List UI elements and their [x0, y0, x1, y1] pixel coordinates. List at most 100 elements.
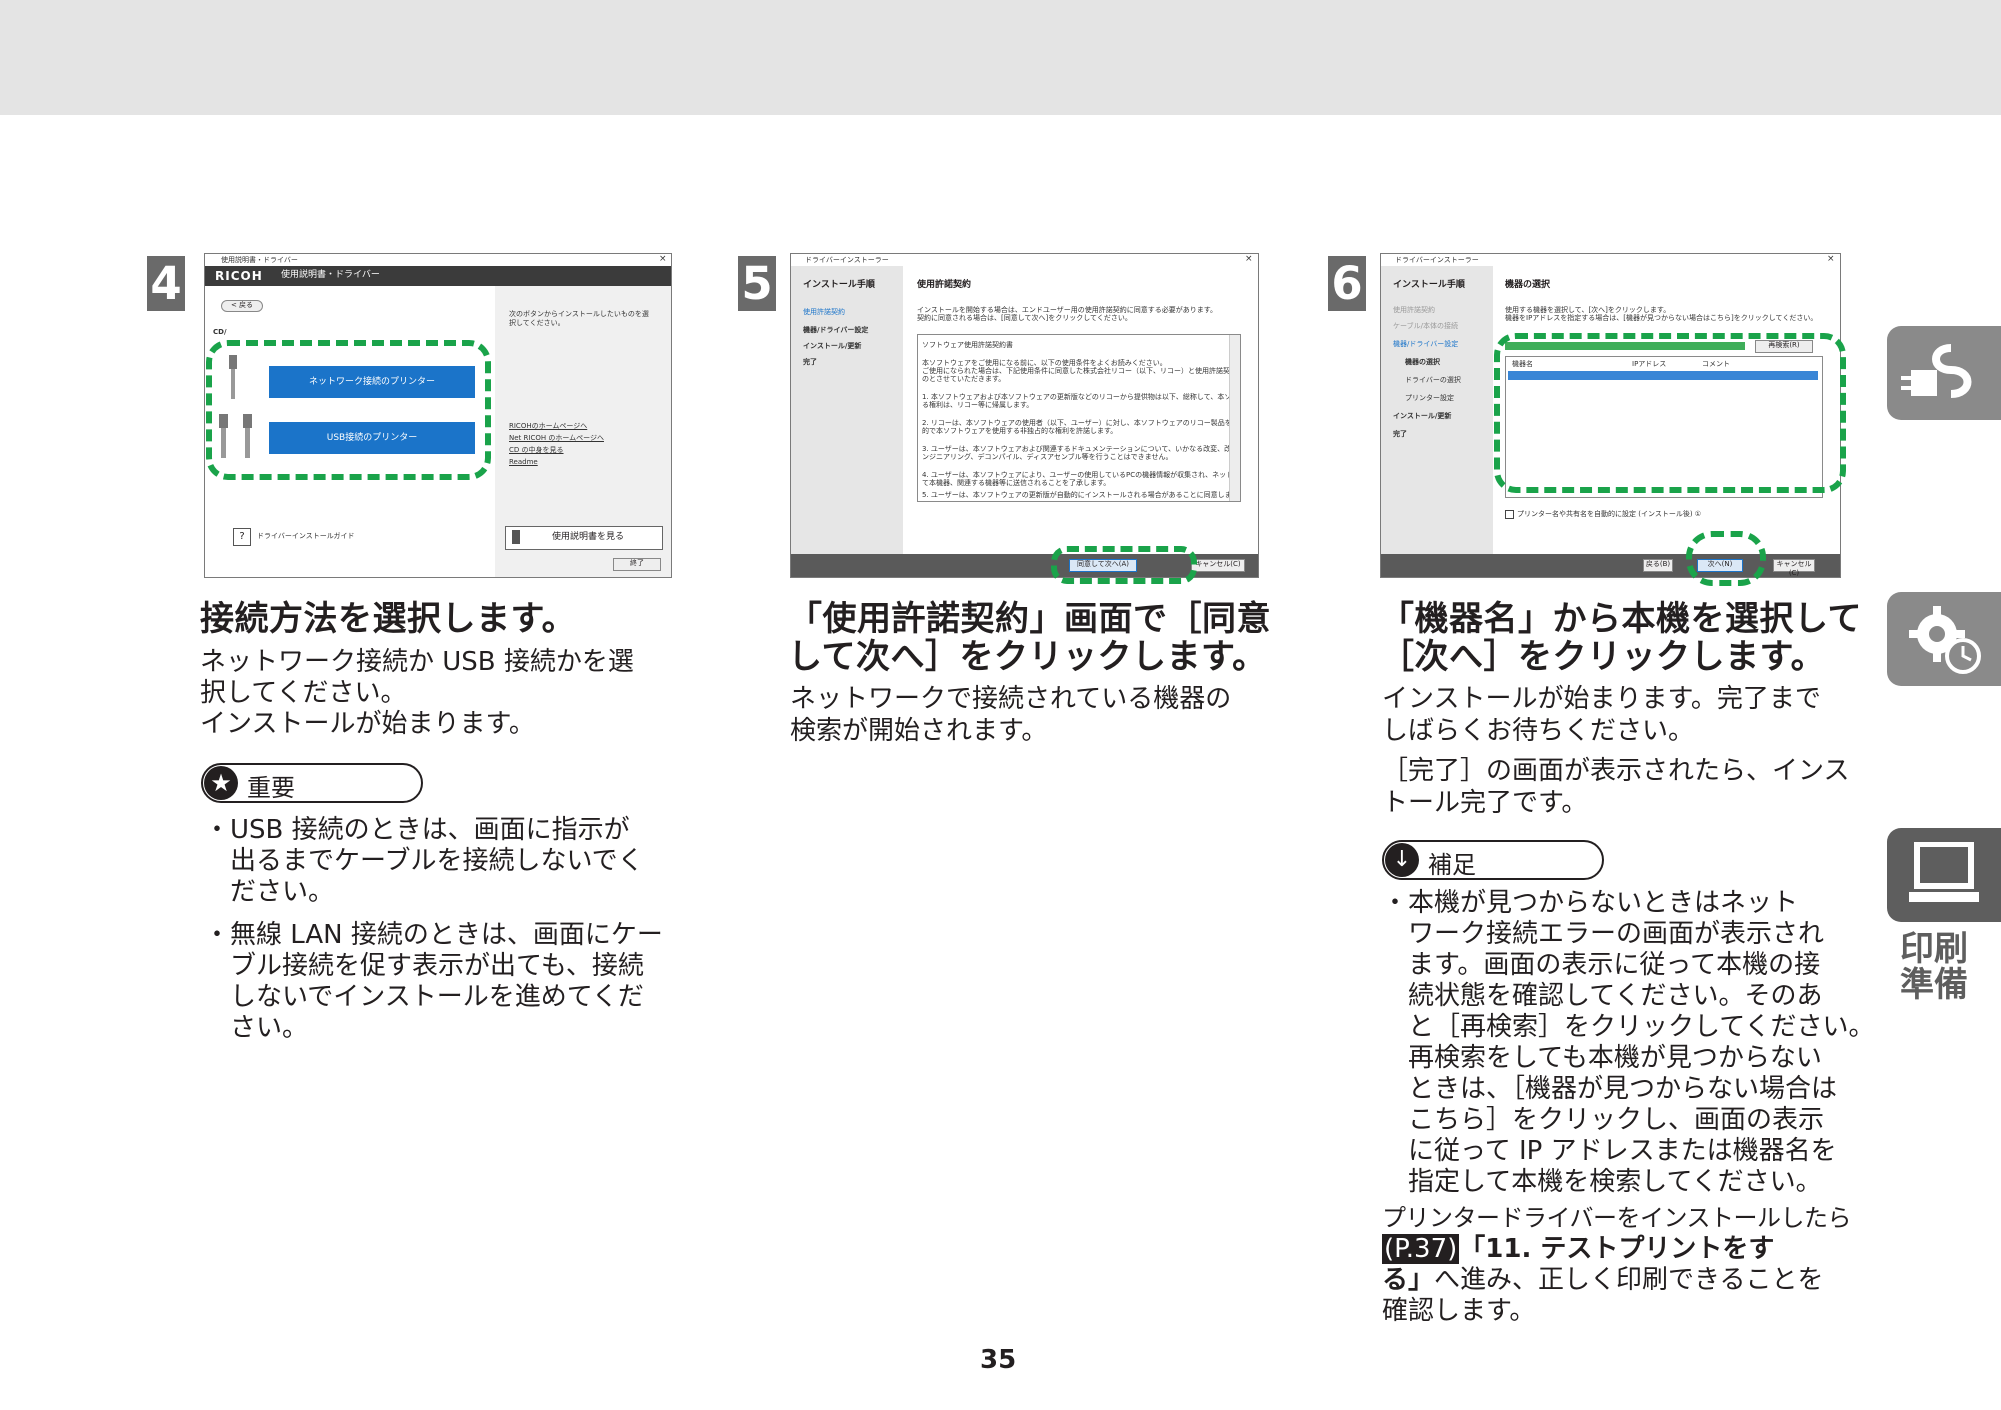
sidebar-item-install: インストール/更新 — [803, 342, 862, 350]
sidebar-item-device-driver: 機器/ドライバー設定 — [803, 326, 869, 334]
auto-name-checkbox[interactable] — [1505, 510, 1514, 519]
license-line: のとさせていただきます。 — [922, 375, 1006, 383]
app-title: 使用説明書・ドライバー — [281, 270, 380, 280]
step-number-6: 6 — [1328, 256, 1366, 311]
window-title: 使用説明書・ドライバー — [221, 256, 298, 264]
sidebar-item-driver-select: ドライバーの選択 — [1405, 376, 1461, 384]
link-netricoh-home[interactable]: Net RICOH のホームページへ — [509, 434, 604, 443]
license-line: る権利は、リコー等に帰属します。 — [922, 401, 1034, 409]
intro-line-2: 機器をIPアドレスを指定する場合は、[機器が見つからない場合はこちら]をクリック… — [1505, 314, 1818, 322]
close-icon[interactable]: × — [1827, 255, 1835, 264]
back-button[interactable]: < 戻る — [221, 300, 263, 312]
side-tab-print-prep[interactable] — [1887, 828, 2001, 922]
step5-heading-line-2: して次へ］をクリックします。 — [788, 637, 1267, 677]
step4-bullet-1-line-3: ださい。 — [204, 877, 335, 907]
sidebar-item-cable: ケーブル/本体の接続 — [1393, 322, 1458, 330]
step-number-4: 4 — [147, 256, 185, 311]
step4-bullet-1-line-1: ・USB 接続のときは、画面に指示が — [204, 815, 630, 845]
license-line: ンジニアリング、デコンパイル、ディスアセンブル等を行うことはできません。 — [922, 453, 1173, 461]
license-title: ソフトウェア使用許諾契約書 — [922, 341, 1013, 349]
star-icon: ★ — [204, 766, 238, 800]
step6-body1-line-1: インストールが始まります。完了まで — [1382, 684, 1821, 714]
step5-body-line-2: 検索が開始されます。 — [790, 716, 1048, 746]
close-icon[interactable]: × — [1245, 255, 1253, 264]
license-textbox[interactable]: ソフトウェア使用許諾契約書 本ソフトウェアをご使用になる前に、以下の使用条件をよ… — [917, 334, 1241, 502]
side-tab-connection[interactable] — [1887, 326, 2001, 420]
supplement-label: 補足 — [1428, 851, 1476, 879]
sidebar-item-complete: 完了 — [803, 358, 817, 366]
sidebar-item-license: 使用許諾契約 — [803, 308, 845, 316]
gear-clock-icon — [1909, 606, 1981, 674]
step4-body-line-2: 択してください。 — [200, 678, 407, 708]
help-icon[interactable]: ? — [233, 528, 251, 546]
step4-body-line-3: インストールが始まります。 — [200, 709, 535, 739]
supplement-pill: ↓ 補足 — [1382, 840, 1604, 880]
driver-guide-link[interactable]: ドライバーインストールガイド — [257, 532, 355, 541]
page-ref-link[interactable]: (P.37) — [1382, 1234, 1460, 1264]
view-manual-button[interactable]: 使用説明書を見る — [505, 526, 663, 550]
plug-icon — [1901, 344, 1972, 398]
step4-bullet-2-line-1: ・無線 LAN 接続のときは、画面にケー — [204, 920, 663, 950]
supplement-line: ときは、［機器が見つからない場合は — [1382, 1074, 1838, 1104]
step6-heading-line-2: ［次へ］をクリックします。 — [1380, 637, 1826, 677]
link-ricoh-home[interactable]: RICOHのホームページへ — [509, 422, 587, 431]
page-title: 機器の選択 — [1505, 280, 1551, 290]
footer-bar — [1381, 554, 1840, 577]
sidebar-title: インストール手順 — [1393, 280, 1465, 290]
side-tab-label-2: 準備 — [1900, 965, 1968, 1005]
down-arrow-icon: ↓ — [1385, 843, 1419, 877]
side-tab-settings[interactable] — [1887, 592, 2001, 686]
step4-bullet-2-line-2: ブル接続を促す表示が出ても、接続 — [204, 951, 644, 981]
test-print-ref: 「11. テストプリントをす — [1459, 1234, 1775, 1264]
closing-rest-2: 確認します。 — [1382, 1296, 1536, 1326]
header-band — [0, 0, 2001, 115]
supplement-line: と［再検索］をクリックしてください。 — [1382, 1012, 1875, 1042]
step4-body-line-1: ネットワーク接続か USB 接続かを選 — [200, 647, 634, 677]
supplement-line: こちら］をクリックし、画面の表示 — [1382, 1105, 1825, 1135]
auto-name-checkbox-label: プリンター名や共有名を自動的に設定 (インストール後) ① — [1517, 510, 1702, 518]
step-sidebar: インストール手順 使用許諾契約 ケーブル/本体の接続 機器/ドライバー設定 機器… — [1381, 266, 1493, 554]
supplement-line: 再検索をしても本機が見つからない — [1382, 1043, 1822, 1073]
step-number-5: 5 — [738, 256, 776, 311]
app-header: RICOH 使用説明書・ドライバー — [205, 266, 671, 286]
cancel-button[interactable]: キャンセル(C) — [1191, 559, 1245, 572]
sidebar-item-device-select: 機器の選択 — [1405, 358, 1440, 366]
step6-body2-line-2: トール完了です。 — [1382, 788, 1588, 818]
instruction-line-1: 次のボタンからインストールしたいものを選 — [509, 310, 649, 318]
closing-line-2: (P.37)「11. テストプリントをす — [1382, 1234, 1774, 1265]
window-titlebar: ドライバーインストーラー × — [791, 254, 1258, 266]
link-readme[interactable]: Readme — [509, 458, 538, 467]
intro-line-2: 契約に同意される場合は、[同意して次へ]をクリックしてください。 — [917, 314, 1132, 322]
sidebar-item-license: 使用許諾契約 — [1393, 306, 1435, 314]
supplement-line: に従って IP アドレスまたは機器名を — [1382, 1136, 1837, 1166]
page-number: 35 — [980, 1345, 1017, 1375]
close-icon[interactable]: × — [659, 255, 667, 264]
laptop-icon — [1909, 842, 1979, 902]
license-line: て本機器、関連する機器等に送信されることを了承します。 — [922, 479, 1111, 487]
link-cd-contents[interactable]: CD の中身を見る — [509, 446, 564, 455]
license-scrollbar[interactable] — [1229, 335, 1240, 501]
sidebar-item-install: インストール/更新 — [1393, 412, 1452, 420]
cancel-button[interactable]: キャンセル(C) — [1773, 559, 1815, 577]
back-button[interactable]: 戻る(B) — [1643, 559, 1673, 572]
step5-highlight — [1051, 546, 1197, 584]
important-pill: ★ 重要 — [201, 763, 423, 803]
page-title: 使用許諾契約 — [917, 280, 972, 290]
step4-bullet-2-line-3: しないでインストールを進めてくだ — [204, 982, 644, 1012]
closing-intro: プリンタードライバーをインストールしたら — [1382, 1204, 1852, 1232]
step4-bullet-2-line-4: さい。 — [204, 1013, 309, 1043]
window-titlebar: 使用説明書・ドライバー × — [205, 254, 671, 266]
instruction-line-2: 択してください。 — [509, 319, 565, 327]
supplement-line: 続状態を確認してください。そのあ — [1382, 981, 1823, 1011]
sidebar-item-printer-settings: プリンター設定 — [1405, 394, 1454, 402]
closing-rest-1: へ進み、正しく印刷できることを — [1434, 1265, 1824, 1295]
supplement-line: ワーク接続エラーの画面が表示され — [1382, 919, 1825, 949]
step6-heading-line-1: 「機器名」から本機を選択して — [1380, 599, 1862, 639]
finish-button[interactable]: 終了 — [613, 558, 661, 571]
license-line: 的で本ソフトウェアを使用する非独占的な権利を許諾します。 — [922, 427, 1118, 435]
window-title: ドライバーインストーラー — [1395, 256, 1479, 264]
step6-list-highlight — [1494, 333, 1846, 493]
step6-next-highlight — [1686, 531, 1766, 586]
sidebar-title: インストール手順 — [803, 280, 875, 290]
step4-bullet-1-line-2: 出るまでケーブルを接続しないでく — [204, 846, 644, 876]
